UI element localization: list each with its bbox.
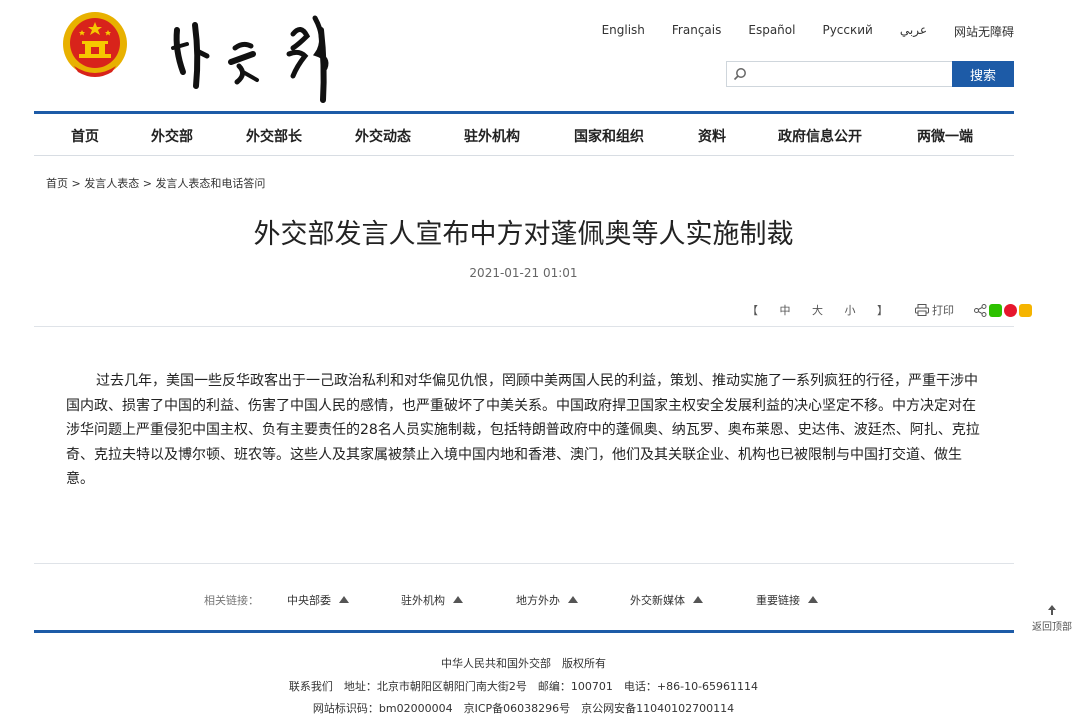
related-link-label: 外交新媒体 bbox=[630, 594, 685, 607]
breadcrumb-separator: > bbox=[71, 177, 81, 190]
related-link-label: 驻外机构 bbox=[401, 594, 445, 607]
qzone-share-icon[interactable] bbox=[1019, 303, 1032, 317]
related-link-label: 中央部委 bbox=[287, 594, 331, 607]
lang-spanish-link[interactable]: Español bbox=[748, 23, 795, 40]
article-tools: 【 中 大 小 】 打印 bbox=[747, 302, 1032, 318]
footer-contact: 联系我们 地址：北京市朝阳区朝阳门南大街2号 邮编：100701 电话：+86-… bbox=[288, 680, 759, 693]
expand-triangle-icon bbox=[453, 596, 463, 603]
weibo-share-icon[interactable] bbox=[1004, 303, 1017, 317]
site-logo-calligraphy[interactable] bbox=[165, 10, 355, 105]
nav-item-countries-organizations[interactable]: 国家和组织 bbox=[574, 126, 644, 146]
breadcrumb: 首页 > 发言人表态 > 发言人表态和电话答问 bbox=[46, 175, 265, 191]
article-title: 外交部发言人宣布中方对蓬佩奥等人实施制裁 bbox=[253, 219, 794, 250]
breadcrumb-spokesperson[interactable]: 发言人表态 bbox=[84, 177, 139, 190]
lang-french-link[interactable]: Français bbox=[672, 23, 721, 40]
nav-item-missions-overseas[interactable]: 驻外机构 bbox=[464, 126, 520, 146]
share-bar bbox=[974, 303, 1032, 317]
search-input[interactable] bbox=[751, 62, 951, 86]
expand-triangle-icon bbox=[568, 596, 578, 603]
related-link-label: 地方外办 bbox=[516, 594, 560, 607]
share-icon[interactable] bbox=[974, 303, 987, 317]
back-to-top-button[interactable]: 返回顶部 bbox=[1030, 604, 1074, 633]
national-emblem-icon[interactable] bbox=[60, 10, 130, 82]
related-link-local-fao[interactable]: 地方外办 bbox=[516, 592, 578, 608]
expand-triangle-icon bbox=[339, 596, 349, 603]
expand-triangle-icon bbox=[808, 596, 818, 603]
footer-copyright: 中华人民共和国外交部 版权所有 bbox=[441, 657, 606, 670]
footer-registration: 网站标识码：bm02000004 京ICP备06038296号 京公网安备110… bbox=[312, 702, 735, 715]
accessibility-link[interactable]: 网站无障碍 bbox=[954, 23, 1014, 40]
divider bbox=[34, 563, 1014, 564]
print-button[interactable]: 打印 bbox=[915, 302, 954, 318]
wechat-share-icon[interactable] bbox=[989, 303, 1002, 317]
footer-top-border bbox=[34, 630, 1014, 633]
lang-english-link[interactable]: English bbox=[602, 23, 645, 40]
search-button[interactable]: 搜索 bbox=[952, 61, 1014, 87]
article-date: 2021-01-21 01:01 bbox=[469, 266, 578, 280]
related-link-new-media[interactable]: 外交新媒体 bbox=[630, 592, 703, 608]
search-bar: 搜索 bbox=[726, 61, 1014, 87]
main-nav: 首页 外交部 外交部长 外交动态 驻外机构 国家和组织 资料 政府信息公开 两微… bbox=[34, 114, 1014, 156]
related-link-central-ministries[interactable]: 中央部委 bbox=[287, 592, 349, 608]
related-links-label: 相关链接： bbox=[204, 594, 259, 607]
language-bar: English Français Español Русский عربي 网站… bbox=[575, 23, 1014, 40]
nav-item-home[interactable]: 首页 bbox=[71, 126, 99, 146]
print-icon bbox=[915, 304, 929, 316]
breadcrumb-current[interactable]: 发言人表态和电话答问 bbox=[155, 177, 265, 190]
nav-item-weibo-wechat-app[interactable]: 两微一端 bbox=[917, 126, 973, 146]
expand-triangle-icon bbox=[693, 596, 703, 603]
breadcrumb-separator: > bbox=[142, 177, 152, 190]
nav-item-minister[interactable]: 外交部长 bbox=[246, 126, 302, 146]
nav-item-resources[interactable]: 资料 bbox=[698, 126, 726, 146]
article-body: 过去几年，美国一些反华政客出于一己政治私利和对华偏见仇恨，罔顾中美两国人民的利益… bbox=[66, 373, 980, 487]
related-link-missions[interactable]: 驻外机构 bbox=[401, 592, 463, 608]
nav-item-ministry[interactable]: 外交部 bbox=[151, 126, 193, 146]
nav-item-diplomatic-news[interactable]: 外交动态 bbox=[355, 126, 411, 146]
breadcrumb-home[interactable]: 首页 bbox=[46, 177, 68, 190]
arrow-up-icon bbox=[1048, 605, 1056, 615]
lang-russian-link[interactable]: Русский bbox=[822, 23, 872, 40]
related-link-important[interactable]: 重要链接 bbox=[756, 592, 818, 608]
print-label: 打印 bbox=[932, 304, 954, 317]
search-icon bbox=[733, 68, 746, 81]
search-box bbox=[726, 61, 952, 87]
lang-arabic-link[interactable]: عربي bbox=[900, 23, 927, 40]
back-to-top-label: 返回顶部 bbox=[1032, 622, 1072, 633]
font-size-switcher[interactable]: 【 中 大 小 】 bbox=[747, 302, 897, 318]
divider bbox=[34, 326, 1014, 327]
nav-item-government-info[interactable]: 政府信息公开 bbox=[778, 126, 862, 146]
related-link-label: 重要链接 bbox=[756, 594, 800, 607]
